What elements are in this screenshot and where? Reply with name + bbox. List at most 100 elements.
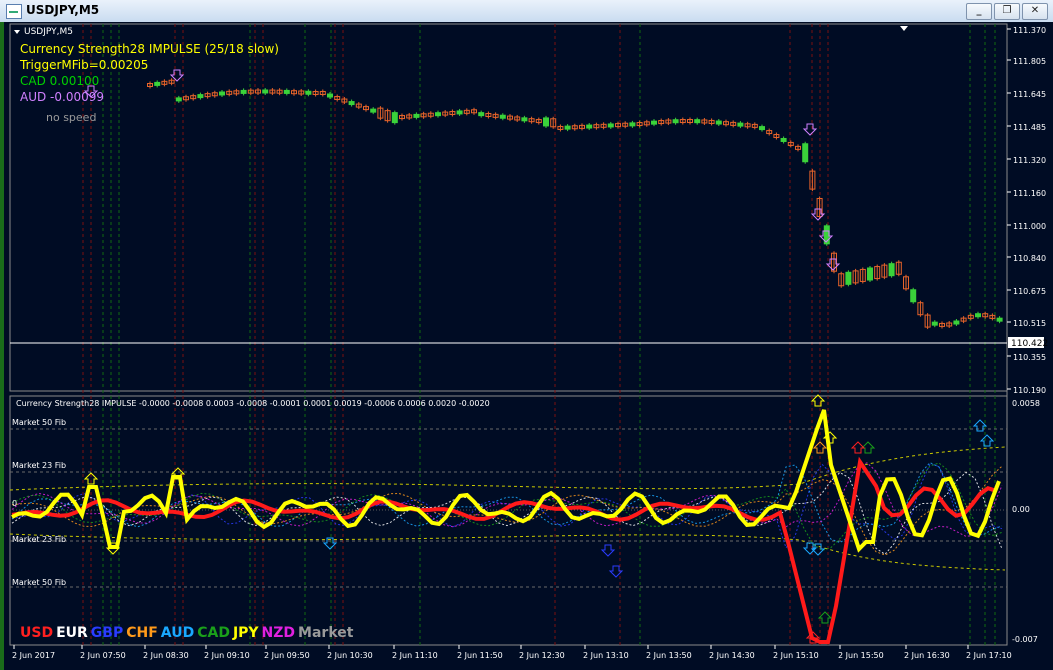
restore-button[interactable]: ❐ <box>994 3 1020 20</box>
legend-market: Market <box>298 625 354 641</box>
candle-body <box>975 313 981 318</box>
chart-area[interactable]: 110.422 111.370 111.805 111.645 111.485 111.… <box>0 22 1053 670</box>
time-label: 2 Jun 11:50 <box>457 651 503 660</box>
price-tick-label: 110.355 <box>1013 353 1046 362</box>
candle-body <box>435 112 441 117</box>
price-tick-label: 111.645 <box>1013 90 1046 99</box>
price-tick-label: 110.840 <box>1013 254 1046 263</box>
legend-eur: EUR <box>56 625 88 641</box>
candle-body <box>564 125 571 130</box>
indicator-zero-label: 0 <box>12 499 17 508</box>
candle-body <box>910 289 917 303</box>
candle-body <box>305 90 312 95</box>
down-arrow-icon <box>600 544 616 557</box>
price-tick-label: 111.805 <box>1013 57 1046 66</box>
chart-canvas[interactable]: 110.422 111.370 111.805 111.645 111.485 111.… <box>0 22 1053 670</box>
price-tick-label: 110.675 <box>1013 287 1046 296</box>
down-arrow-icon <box>810 543 826 556</box>
candle-body <box>521 117 528 122</box>
candle-body <box>283 89 290 94</box>
signal-arrows <box>83 69 995 644</box>
down-arrow-icon <box>169 69 185 82</box>
candle-body <box>694 119 701 124</box>
symbol-dropdown-icon[interactable] <box>14 30 20 34</box>
time-label: 2 Jun 07:50 <box>80 651 126 660</box>
legend-gbp: GBP <box>90 625 124 641</box>
fib-label-upper-50: Market 50 Fib <box>12 418 67 427</box>
indicator-info-line-2: TriggerMFib=0.00205 <box>20 58 149 72</box>
time-label: 2 Jun 15:50 <box>838 651 884 660</box>
fib-label-lower-23: Market 23 Fib <box>12 535 67 544</box>
fib-label-upper-23: Market 23 Fib <box>12 461 67 470</box>
candle-body <box>802 143 809 163</box>
current-price-value: 110.422 <box>1011 339 1048 349</box>
candle-body <box>629 122 636 127</box>
up-arrow-icon <box>979 434 995 447</box>
candle-body <box>845 271 852 285</box>
time-label: 2 Jun 11:10 <box>392 651 438 660</box>
candle-body <box>499 114 506 119</box>
candle-body <box>154 81 161 86</box>
price-tick-label: 110.515 <box>1013 319 1046 328</box>
price-tick-label: 111.370 <box>1013 26 1046 35</box>
time-label: 2 Jun 09:50 <box>264 651 310 660</box>
candle-body <box>456 110 463 115</box>
time-label: 2 Jun 10:30 <box>327 651 373 660</box>
candle-body <box>888 263 895 277</box>
chart-shift-marker <box>900 26 908 31</box>
down-arrow-icon <box>608 565 624 578</box>
up-arrow-icon <box>817 611 833 624</box>
candle-body <box>607 123 614 128</box>
legend-aud: AUD <box>160 625 195 641</box>
time-label: 2 Jun 13:10 <box>583 651 629 660</box>
candle-body <box>413 113 420 118</box>
down-arrow-icon <box>825 258 841 271</box>
candle-body <box>219 91 225 96</box>
candle-body <box>715 120 722 125</box>
time-label: 2 Jun 08:30 <box>143 651 189 660</box>
candle-body <box>348 101 355 106</box>
close-button[interactable]: ✕ <box>1022 3 1048 20</box>
price-tick-label: 110.190 <box>1013 386 1046 395</box>
candle-body <box>391 112 398 124</box>
candle-body <box>240 89 247 94</box>
time-label: 2 Jun 17:10 <box>966 651 1012 660</box>
speed-label: no speed <box>46 111 97 124</box>
legend-jpy: JPY <box>232 625 259 641</box>
time-axis: 2 Jun 2017 2 Jun 07:50 2 Jun 08:30 2 Jun 09… <box>12 645 1012 660</box>
usd-strength-line <box>11 456 997 644</box>
candle-body <box>543 117 549 127</box>
window-titlebar: USDJPY,M5 _ ❐ ✕ <box>0 0 1053 23</box>
price-tick-label: 111.000 <box>1013 222 1046 231</box>
indicator-info-line-1: Currency Strength28 IMPULSE (25/18 slow) <box>20 42 279 56</box>
minimize-button[interactable]: _ <box>966 3 992 20</box>
legend-cad: CAD <box>197 625 230 641</box>
candle-body <box>931 321 938 326</box>
candle-body <box>867 267 873 281</box>
candlesticks <box>147 78 1003 330</box>
candle-body <box>478 112 485 117</box>
candle-body <box>197 94 204 99</box>
price-pane-frame <box>9 23 1008 392</box>
chart-symbol-label: USDJPY,M5 <box>24 27 73 37</box>
time-label: 2 Jun 14:30 <box>709 651 755 660</box>
left-edge-strip <box>0 22 4 670</box>
indicator-pane-frame <box>9 395 1008 646</box>
candle-body <box>780 137 787 142</box>
jpy-strength-line <box>11 409 1001 553</box>
candle-body <box>651 120 657 125</box>
candle-body <box>327 93 333 98</box>
time-label: 2 Jun 2017 <box>12 651 55 660</box>
indicator-tick-zero: 0.00 <box>1012 505 1030 514</box>
indicator-info-line-3: CAD 0.00100 <box>20 74 100 88</box>
time-label: 2 Jun 12:30 <box>519 651 565 660</box>
legend-chf: CHF <box>126 625 158 641</box>
window-title: USDJPY,M5 <box>26 3 100 17</box>
candle-body <box>672 119 679 124</box>
price-tick-label: 111.160 <box>1013 189 1046 198</box>
candle-body <box>759 126 765 131</box>
currency-legend: USD EUR GBP CHF AUD CAD JPY NZD Market <box>20 625 356 641</box>
candle-body <box>370 108 377 113</box>
price-tick-label: 111.485 <box>1013 123 1046 132</box>
fib-label-lower-50: Market 50 Fib <box>12 578 67 587</box>
